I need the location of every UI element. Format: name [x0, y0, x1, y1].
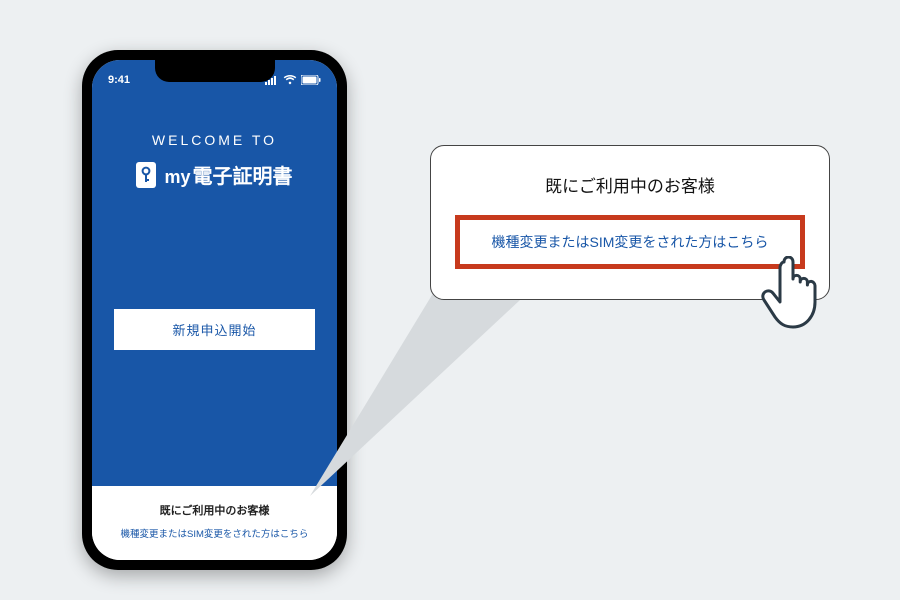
welcome-panel: WELCOME TO my 電子証明書 新規申込開始 [92, 94, 337, 486]
device-change-link[interactable]: 機種変更またはSIM変更をされた方はこちら [104, 526, 325, 540]
logo-my: my [164, 167, 190, 188]
existing-customer-title: 既にご利用中のお客様 [104, 502, 325, 518]
battery-icon [301, 75, 321, 85]
phone-screen: 9:41 WELCOME TO my 電子証明書 新規申込開始 既にご利用中 [92, 60, 337, 560]
callout-title: 既にご利用中のお客様 [455, 172, 805, 197]
status-time: 9:41 [108, 74, 130, 86]
wifi-icon [283, 75, 297, 85]
callout-device-change-link[interactable]: 機種変更またはSIM変更をされた方はこちら [455, 215, 805, 269]
app-title: my 電子証明書 [164, 160, 292, 189]
callout-card: 既にご利用中のお客様 機種変更またはSIM変更をされた方はこちら [430, 145, 830, 300]
status-icons [265, 75, 321, 85]
start-application-button[interactable]: 新規申込開始 [114, 309, 315, 350]
welcome-label: WELCOME TO [152, 132, 277, 148]
existing-customer-panel: 既にご利用中のお客様 機種変更またはSIM変更をされた方はこちら [92, 486, 337, 560]
logo-title: 電子証明書 [193, 160, 293, 189]
app-logo: my 電子証明書 [136, 160, 292, 189]
phone-frame: 9:41 WELCOME TO my 電子証明書 新規申込開始 既にご利用中 [82, 50, 347, 570]
key-icon [136, 162, 156, 188]
phone-notch [155, 60, 275, 82]
